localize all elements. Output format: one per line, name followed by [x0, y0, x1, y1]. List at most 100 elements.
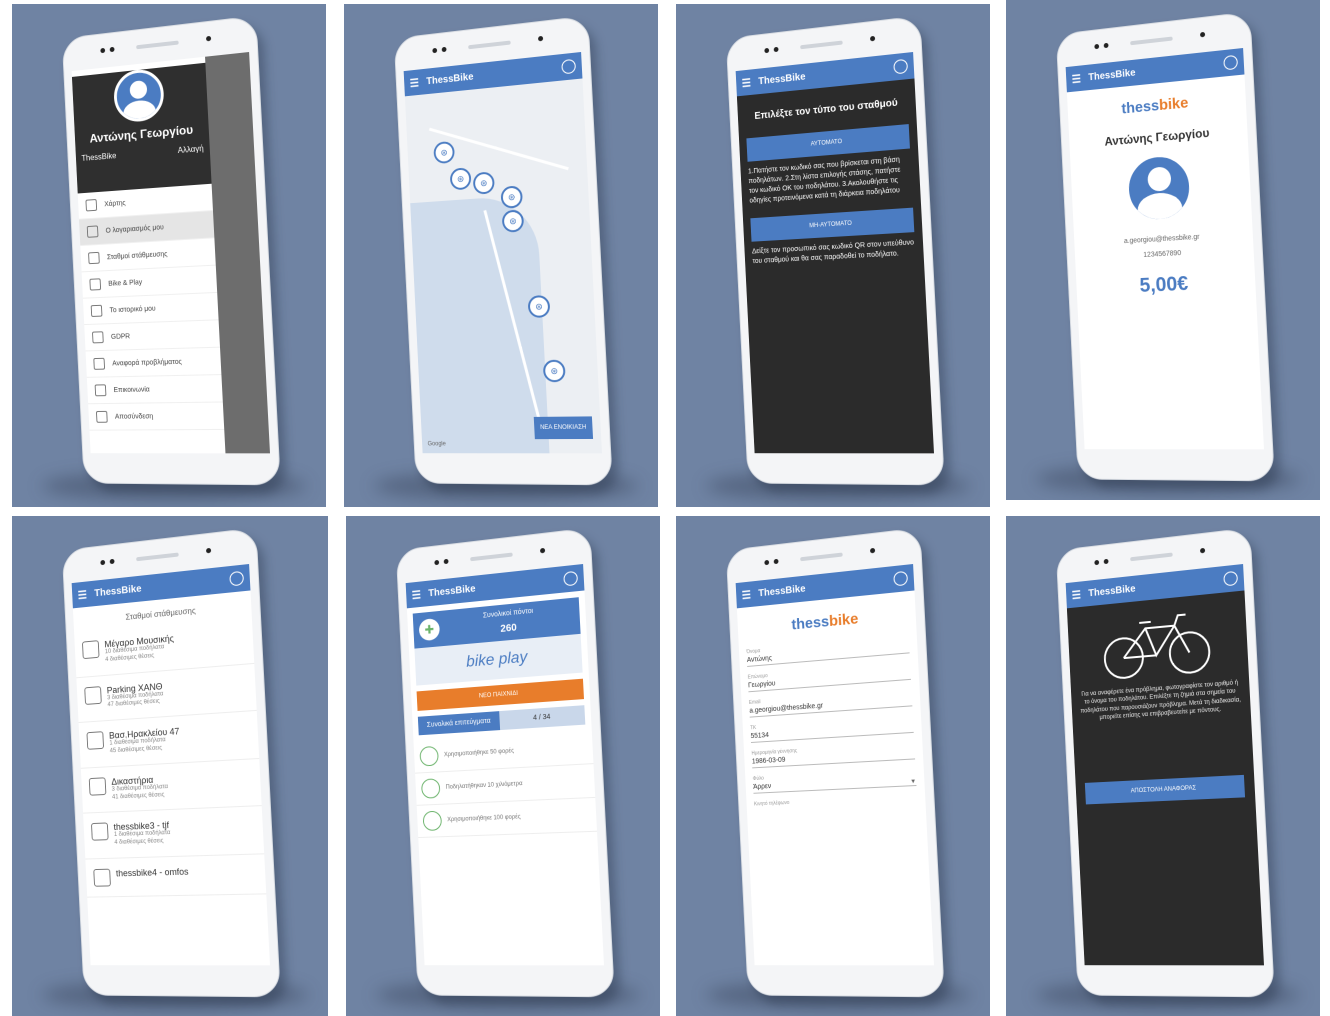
list-item: Χρησιμοποιήθηκε 100 φορές [416, 797, 598, 839]
account-email: a.georgiou@thessbike.gr [1123, 233, 1200, 246]
achievement-label: Χρησιμοποιήθηκε 50 φορές [443, 748, 515, 759]
achievement-icon [419, 745, 439, 767]
gamepad-icon: ✚ [418, 617, 441, 642]
nav-drawer: Αντώνης Γεωργίου ThessBike Αλλαγή Χάρτης… [71, 56, 226, 454]
account-icon [86, 225, 99, 238]
new-rental-button[interactable]: ΝΕΑ ΕΝΟΙΚΙΑΣΗ [533, 416, 594, 440]
screenshot-account: ☰ ThessBike o thessbike Αντώνης Γεωργίου… [1006, 0, 1320, 500]
gdpr-icon [91, 331, 104, 344]
bike-pin-icon[interactable]: ⊛ [449, 167, 472, 191]
menu-item-label: GDPR [110, 332, 131, 341]
camera-dot [441, 46, 447, 53]
camera-dot [1199, 547, 1206, 554]
manual-button[interactable]: ΜΗ-ΑΥΤΟΜΑΤΟ [750, 207, 915, 242]
station-icon [88, 777, 107, 796]
menu-item-gdpr[interactable]: GDPR [84, 320, 220, 352]
drawer-link[interactable]: Αλλαγή [178, 144, 204, 155]
map-icon [85, 198, 98, 212]
menu-icon[interactable]: ☰ [411, 588, 422, 602]
bike-pin-icon[interactable]: ⊛ [500, 185, 524, 209]
menu-icon[interactable]: ☰ [741, 588, 752, 602]
first-name-field[interactable]: Όνομα Αντώνης [746, 635, 910, 667]
profile-icon[interactable]: o [563, 570, 579, 587]
camera-dot [1094, 559, 1100, 566]
menu-icon[interactable]: ☰ [409, 76, 420, 90]
menu-icon[interactable]: ☰ [741, 76, 752, 90]
list-item[interactable]: thessbike4 - omfos [85, 854, 267, 898]
camera-dot [1103, 42, 1109, 49]
screenshot-profile-form: ☰ ThessBike o thessbike ΌνομαΑντώνης Επώ… [676, 516, 990, 1016]
phone-frame: ☰ ThessBike o Για να αναφέρετε ένα πρόβλ… [1055, 527, 1275, 998]
logout-icon [95, 410, 108, 423]
speaker [800, 552, 843, 562]
station-type-content: Επιλέξτε τον τύπο του σταθμού ΑΥΤΟΜΑΤΟ 1… [737, 78, 924, 276]
postcode-field[interactable]: ΤΚ 55134 [750, 714, 914, 743]
speaker [136, 40, 179, 50]
camera-dot [109, 558, 115, 565]
profile-icon[interactable]: o [893, 570, 909, 587]
station-slots: 4 διαθέσιμες θέσεις [114, 838, 164, 847]
phone-frame: Αντώνης Γεωργίου ThessBike Αλλαγή Χάρτης… [61, 15, 281, 486]
app-title: ThessBike [1088, 67, 1136, 83]
screenshot-report: ☰ ThessBike o Για να αναφέρετε ένα πρόβλ… [1006, 516, 1320, 1016]
send-report-button[interactable]: ΑΠΟΣΤΟΛΗ ΑΝΑΦΟΡΑΣ [1084, 774, 1246, 805]
station-type-title: Επιλέξτε τον τύπο του σταθμού [754, 97, 898, 122]
thessbike-logo: thessbike [738, 605, 917, 639]
menu-icon[interactable]: ☰ [77, 588, 88, 602]
camera-dot [432, 47, 438, 54]
bike-pin-icon[interactable]: ⊛ [527, 294, 551, 319]
speaker [1130, 36, 1173, 46]
history-icon [90, 304, 103, 317]
gender-select[interactable]: Φύλο Άρρεν ▼ [752, 767, 917, 794]
list-item[interactable]: thessbike3 - tjf 1 διαθέσιμα ποδήλατα 4 δι… [83, 806, 265, 860]
profile-icon[interactable]: o [893, 58, 909, 75]
map-view[interactable]: ⊛ ⊛ ⊛ ⊛ ⊛ ⊛ ⊛ Google ΝΕΑ ΕΝΟΙΚΙΑΣΗ [404, 78, 603, 454]
profile-icon[interactable]: o [1223, 570, 1239, 587]
screen: Αντώνης Γεωργίου ThessBike Αλλαγή Χάρτης… [71, 51, 271, 454]
menu-item-report[interactable]: Αναφορά προβλήματος [85, 347, 222, 378]
camera-dot [1103, 558, 1109, 565]
account-phone: 1234567890 [1143, 249, 1182, 259]
profile-icon[interactable]: o [561, 58, 577, 75]
birthdate-field[interactable]: Ημερομηνία γέννησης 1986-03-09 [751, 741, 916, 769]
profile-icon[interactable]: o [1223, 54, 1239, 71]
station-icon [84, 685, 102, 705]
list-item[interactable]: Δικαστήρια 3 διαθέσιμα ποδήλατα 41 διαθέσι… [80, 758, 262, 814]
bike-pin-icon[interactable]: ⊛ [472, 171, 495, 195]
camera-dot [205, 35, 212, 42]
camera-dot [869, 547, 876, 554]
points-card: ✚ Συνολικοί πόντοι 260 bike play [412, 597, 583, 686]
menu-item-label: Αναφορά προβλήματος [112, 358, 183, 367]
chevron-down-icon: ▼ [910, 778, 917, 786]
bicycle-icon[interactable] [1097, 604, 1216, 684]
drawer-brand: ThessBike [81, 151, 117, 163]
screenshot-bike-play: ☰ ThessBike o ✚ Συνολικοί πόντοι 260 bik… [346, 516, 660, 1016]
menu-item-logout[interactable]: Αποσύνδεση [88, 402, 225, 431]
report-icon [93, 357, 106, 370]
profile-icon[interactable]: o [229, 570, 245, 587]
app-title: ThessBike [758, 583, 806, 599]
screen: ☰ ThessBike o ⊛ ⊛ ⊛ ⊛ ⊛ ⊛ ⊛ Google ΝΕΑ Ε… [403, 51, 603, 454]
camera-dot [539, 547, 546, 554]
camera-dot [773, 46, 779, 53]
menu-icon[interactable]: ☰ [1071, 72, 1082, 86]
bike-pin-icon[interactable]: ⊛ [433, 140, 455, 165]
screen: ☰ ThessBike o thessbike ΌνομαΑντώνης Επώ… [735, 563, 935, 966]
screenshot-map: ☰ ThessBike o ⊛ ⊛ ⊛ ⊛ ⊛ ⊛ ⊛ Google ΝΕΑ Ε… [344, 4, 658, 507]
screenshot-stations: ☰ ThessBike o Σταθμοί στάθμευσης Μέγαρο … [12, 516, 328, 1016]
drawer-header: Αντώνης Γεωργίου ThessBike Αλλαγή [71, 62, 212, 194]
bike-pin-icon[interactable]: ⊛ [542, 359, 566, 383]
menu-item-label: Αποσύνδεση [114, 412, 154, 421]
app-title: ThessBike [428, 583, 476, 599]
menu-item-contact[interactable]: Επικοινωνία [86, 375, 223, 405]
speaker [470, 552, 513, 562]
email-field[interactable]: Email a.georgiou@thessbike.gr [748, 688, 913, 718]
logo-main: thess [1121, 97, 1160, 118]
camera-dot [100, 559, 106, 566]
last-name-field[interactable]: Επώνυμο Γεωργίου [747, 661, 911, 693]
app-title: ThessBike [94, 583, 142, 599]
speaker [136, 552, 179, 562]
screen: ☰ ThessBike o Σταθμοί στάθμευσης Μέγαρο … [71, 563, 271, 966]
logo-main: thess [791, 613, 830, 634]
menu-icon[interactable]: ☰ [1071, 588, 1082, 602]
